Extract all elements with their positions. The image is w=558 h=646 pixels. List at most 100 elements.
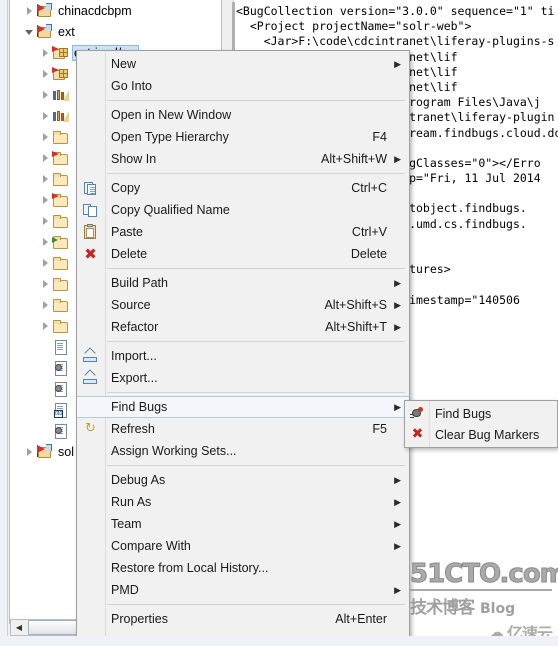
submenu-arrow-icon: ▶ — [394, 584, 401, 595]
menu-item-label: Go Into — [111, 79, 152, 93]
menu-item-export[interactable]: Export... — [77, 367, 409, 389]
tree-item[interactable]: chinacdcbpm — [10, 0, 221, 21]
menu-item-refresh[interactable]: ↻ Refresh F5 — [77, 418, 409, 440]
menu-item-source[interactable]: Source Alt+Shift+S ▶ — [77, 294, 409, 316]
eclipse-window: <BugCollection version="3.0.0" sequence=… — [0, 0, 558, 646]
menu-item-open-in-new-window[interactable]: Open in New Window — [77, 104, 409, 126]
menu-item-label: Run As — [111, 495, 152, 509]
menu-item-label: Build Path — [111, 276, 168, 290]
menu-item-run-as[interactable]: Run As ▶ — [77, 491, 409, 513]
library-icon — [52, 108, 69, 124]
explorer-left-edge — [0, 0, 8, 646]
submenu-item-label: Find Bugs — [435, 406, 492, 421]
twisty-collapsed-icon[interactable] — [40, 320, 52, 332]
menu-item-label: New — [111, 57, 137, 71]
menu-item-label: Delete — [111, 247, 148, 261]
submenu-arrow-icon: ▶ — [394, 401, 401, 412]
twisty-expanded-icon[interactable] — [24, 26, 36, 38]
menu-item-accelerator: Alt+Enter — [335, 612, 387, 626]
twisty-collapsed-icon[interactable] — [40, 131, 52, 143]
menu-item-label: Refresh — [111, 422, 155, 436]
context-menu[interactable]: New ▶ Go Into Open in New Window Open Type H… — [76, 50, 410, 642]
menu-separator — [107, 465, 405, 466]
menu-item-label: Compare With — [111, 539, 191, 553]
twisty-collapsed-icon[interactable] — [40, 215, 52, 227]
source-folder-icon — [52, 45, 69, 61]
submenu-arrow-icon: ▶ — [394, 540, 401, 551]
menu-item-label: Team — [111, 517, 142, 531]
menu-item-team[interactable]: Team ▶ — [77, 513, 409, 535]
submenu-arrow-icon: ▶ — [394, 277, 401, 288]
bug-file-icon — [52, 360, 69, 376]
submenu-item-clear-bug-markers[interactable]: ✖ Clear Bug Markers — [405, 424, 557, 445]
twisty-none — [40, 404, 52, 416]
menu-separator — [107, 392, 405, 393]
menu-item-delete[interactable]: ✖ Delete Delete — [77, 243, 409, 265]
submenu-arrow-icon: ▶ — [394, 496, 401, 507]
menu-item-copy-qualified-name[interactable]: Copy Qualified Name — [77, 199, 409, 221]
menu-item-assign-working-sets[interactable]: Assign Working Sets... — [77, 440, 409, 462]
twisty-collapsed-icon[interactable] — [24, 5, 36, 17]
twisty-collapsed-icon[interactable] — [40, 110, 52, 122]
folder-icon — [52, 297, 69, 313]
tree-item[interactable]: ext — [10, 21, 221, 42]
menu-item-accelerator: Ctrl+V — [351, 225, 387, 239]
menu-separator — [107, 100, 405, 101]
menu-item-properties[interactable]: Properties Alt+Enter — [77, 608, 409, 630]
menu-item-label: Restore from Local History... — [111, 561, 269, 575]
twisty-collapsed-icon[interactable] — [40, 68, 52, 80]
twisty-collapsed-icon[interactable] — [40, 47, 52, 59]
menu-item-refactor[interactable]: Refactor Alt+Shift+T ▶ — [77, 316, 409, 338]
delete-icon: ✖ — [84, 245, 97, 263]
menu-item-accelerator: F5 — [372, 422, 387, 436]
folder-icon — [52, 213, 69, 229]
menu-item-find-bugs[interactable]: Find Bugs ▶ — [77, 396, 409, 418]
menu-item-copy[interactable]: Copy Ctrl+C — [77, 177, 409, 199]
submenu-item-label: Clear Bug Markers — [435, 427, 540, 442]
submenu-item-find-bugs[interactable]: Find Bugs — [405, 403, 557, 424]
menu-separator — [107, 604, 405, 605]
menu-item-debug-as[interactable]: Debug As ▶ — [77, 469, 409, 491]
menu-item-pmd[interactable]: PMD ▶ — [77, 579, 409, 601]
tree-item-label: sol — [58, 444, 74, 459]
menu-item-show-in[interactable]: Show In Alt+Shift+W ▶ — [77, 148, 409, 170]
project-icon — [36, 2, 53, 19]
menu-item-label: Refactor — [111, 320, 159, 334]
bug-file-icon — [52, 423, 69, 439]
menu-item-paste[interactable]: Paste Ctrl+V — [77, 221, 409, 243]
twisty-collapsed-icon[interactable] — [40, 89, 52, 101]
folder-flag-icon — [52, 150, 69, 166]
menu-item-compare-with[interactable]: Compare With ▶ — [77, 535, 409, 557]
twisty-collapsed-icon[interactable] — [40, 173, 52, 185]
twisty-collapsed-icon[interactable] — [40, 194, 52, 206]
menu-item-accelerator: Alt+Shift+S — [324, 298, 387, 312]
scroll-left-arrow-icon[interactable]: ◀ — [11, 620, 27, 635]
menu-item-open-type-hierarchy[interactable]: Open Type Hierarchy F4 — [77, 126, 409, 148]
code-line: <Jar>F:\code\cdcintranet\liferay-plugins… — [236, 34, 555, 49]
folder-icon — [52, 129, 69, 145]
bug-file-icon — [52, 381, 69, 397]
twisty-collapsed-icon[interactable] — [40, 152, 52, 164]
submenu-arrow-icon: ▶ — [394, 474, 401, 485]
code-line: <Project projectName="solr-web"> — [236, 19, 472, 34]
find-bugs-icon — [409, 405, 426, 421]
menu-item-build-path[interactable]: Build Path ▶ — [77, 272, 409, 294]
folder-icon — [52, 276, 69, 292]
menu-item-restore-from-local-history[interactable]: Restore from Local History... — [77, 557, 409, 579]
find-bugs-submenu[interactable]: Find Bugs ✖ Clear Bug Markers — [404, 400, 558, 448]
menu-separator — [107, 173, 405, 174]
menu-item-label: Find Bugs — [111, 400, 168, 414]
twisty-none — [40, 362, 52, 374]
twisty-collapsed-icon[interactable] — [24, 446, 36, 458]
menu-item-label: Properties — [111, 612, 168, 626]
twisty-collapsed-icon[interactable] — [40, 299, 52, 311]
library-icon — [52, 87, 69, 103]
menu-item-go-into[interactable]: Go Into — [77, 75, 409, 97]
twisty-collapsed-icon[interactable] — [40, 278, 52, 290]
twisty-collapsed-icon[interactable] — [40, 236, 52, 248]
menu-item-import[interactable]: Import... — [77, 345, 409, 367]
menu-item-new[interactable]: New ▶ — [77, 53, 409, 75]
export-icon — [82, 369, 99, 386]
twisty-collapsed-icon[interactable] — [40, 257, 52, 269]
paste-icon — [82, 224, 99, 240]
